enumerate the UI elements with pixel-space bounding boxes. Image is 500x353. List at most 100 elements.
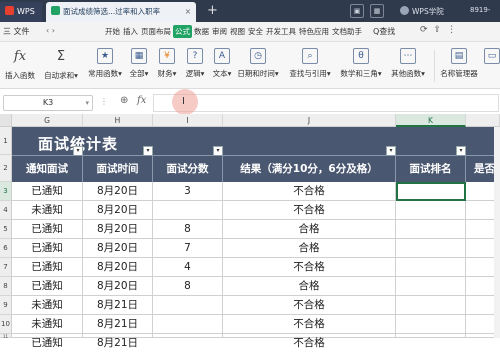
lookup-button[interactable]: ⌕ 查找与引用▾	[288, 48, 332, 79]
logic-button[interactable]: ? 逻辑▾	[182, 48, 208, 79]
score-cell[interactable]: 7	[153, 239, 223, 258]
search-button[interactable]: Q查找	[373, 26, 395, 37]
user-id[interactable]: 8919-	[470, 6, 490, 14]
zoom-icon[interactable]: ⊕	[120, 95, 128, 106]
notify-cell[interactable]: 已通知	[12, 220, 83, 239]
time-cell[interactable]: 8月20日	[83, 220, 153, 239]
time-cell[interactable]: 8月21日	[83, 315, 153, 334]
header-interview-time[interactable]: 面试时间	[83, 155, 153, 182]
score-cell[interactable]: 8	[153, 220, 223, 239]
insert-function-button[interactable]: fx 插入函数	[2, 48, 38, 81]
time-cell[interactable]: 8月20日	[83, 258, 153, 277]
rank-cell[interactable]	[396, 201, 466, 220]
row-header-3[interactable]: 3	[0, 182, 12, 201]
score-cell[interactable]: 3	[153, 182, 223, 201]
notify-cell[interactable]: 已通知	[12, 239, 83, 258]
select-all-corner[interactable]	[0, 114, 12, 127]
notify-cell[interactable]: 已通知	[12, 334, 83, 349]
menu-security[interactable]: 安全	[247, 25, 264, 38]
notify-cell[interactable]: 已通知	[12, 277, 83, 296]
row-header-7[interactable]: 7	[0, 258, 12, 277]
column-header-l[interactable]	[466, 114, 500, 127]
column-header-i[interactable]: I	[153, 114, 223, 127]
menu-doc-assistant[interactable]: 文档助手	[331, 25, 363, 38]
rank-cell[interactable]	[396, 258, 466, 277]
new-tab-button[interactable]: +	[207, 3, 218, 18]
rank-cell[interactable]	[396, 277, 466, 296]
time-cell[interactable]: 8月20日	[83, 201, 153, 220]
math-button[interactable]: θ 数学和三角▾	[339, 48, 383, 79]
close-tab-icon[interactable]: ×	[185, 2, 191, 22]
ribbon-overflow[interactable]: ▭	[484, 48, 500, 68]
row-header-1[interactable]: 1	[0, 127, 12, 155]
result-cell[interactable]: 不合格	[223, 296, 396, 315]
time-cell[interactable]: 8月20日	[83, 182, 153, 201]
fx-label[interactable]: fx	[137, 95, 146, 106]
active-cell-k3[interactable]	[396, 182, 466, 201]
name-box[interactable]: K3 ▾	[3, 95, 93, 111]
row-header-8[interactable]: 8	[0, 277, 12, 296]
header-notify-interview[interactable]: 通知面试	[12, 155, 83, 182]
other-functions-button[interactable]: ⋯ 其他函数▾	[389, 48, 427, 79]
vertical-scrollbar[interactable]	[494, 127, 500, 338]
column-header-h[interactable]: H	[83, 114, 153, 127]
score-cell[interactable]: 4	[153, 258, 223, 277]
header-interview-rank[interactable]: 面试排名	[396, 155, 466, 182]
notify-cell[interactable]: 已通知	[12, 258, 83, 277]
result-cell[interactable]: 不合格	[223, 315, 396, 334]
menu-formula[interactable]: 公式	[173, 25, 192, 38]
notify-cell[interactable]: 未通知	[12, 201, 83, 220]
column-header-k[interactable]: K	[396, 114, 466, 127]
score-cell[interactable]	[153, 296, 223, 315]
menu-features[interactable]: 特色应用	[298, 25, 330, 38]
datetime-button[interactable]: ◷ 日期和时间▾	[237, 48, 279, 79]
menu-insert[interactable]: 插入	[122, 25, 139, 38]
score-cell[interactable]	[153, 201, 223, 220]
score-cell[interactable]: 8	[153, 277, 223, 296]
score-cell[interactable]	[153, 334, 223, 338]
text-functions-button[interactable]: A 文本▾	[209, 48, 235, 79]
file-menu[interactable]: 三 文件	[3, 26, 30, 37]
wps-school-link[interactable]: WPS学院	[400, 6, 444, 17]
name-manager-button[interactable]: ▤ 名称管理器	[438, 48, 480, 79]
result-cell[interactable]: 不合格	[223, 201, 396, 220]
result-cell[interactable]: 不合格	[223, 258, 396, 277]
chevron-down-icon[interactable]: ▾	[85, 96, 89, 110]
menu-view[interactable]: 视图	[229, 25, 246, 38]
finance-button[interactable]: ¥ 财务▾	[154, 48, 180, 79]
sync-icon[interactable]: ⟳	[420, 25, 434, 35]
score-cell[interactable]	[153, 315, 223, 334]
time-cell[interactable]: 8月20日	[83, 277, 153, 296]
grid-view-icon[interactable]: ▦	[370, 4, 384, 18]
rank-cell[interactable]	[396, 220, 466, 239]
common-functions-button[interactable]: ★ 常用函数▾	[84, 48, 126, 79]
rank-cell[interactable]	[396, 334, 466, 338]
layout-icon[interactable]: ▣	[350, 4, 364, 18]
time-cell[interactable]: 8月21日	[83, 334, 153, 349]
result-cell[interactable]: 不合格	[223, 334, 396, 349]
row-header-4[interactable]: 4	[0, 201, 12, 220]
wps-home-tab[interactable]: WPS	[0, 2, 42, 22]
formula-input[interactable]	[153, 94, 499, 112]
time-cell[interactable]: 8月21日	[83, 296, 153, 315]
rank-cell[interactable]	[396, 296, 466, 315]
share-icon[interactable]: ⇪	[434, 25, 448, 35]
row-header-2[interactable]: 2	[0, 155, 12, 182]
rank-cell[interactable]	[396, 315, 466, 334]
document-tab[interactable]: 面试成绩筛选...过率和入职率 ×	[46, 2, 196, 22]
row-header-9[interactable]: 9	[0, 296, 12, 315]
header-result[interactable]: 结果（满分10分，6分及格）	[223, 155, 396, 182]
autosum-button[interactable]: Σ 自动求和▾	[40, 48, 82, 81]
notify-cell[interactable]: 未通知	[12, 315, 83, 334]
header-interview-score[interactable]: 面试分数	[153, 155, 223, 182]
menu-start[interactable]: 开始	[104, 25, 121, 38]
result-cell[interactable]: 合格	[223, 220, 396, 239]
menu-page-layout[interactable]: 页面布局	[140, 25, 172, 38]
menu-data[interactable]: 数据	[193, 25, 210, 38]
result-cell[interactable]: 合格	[223, 239, 396, 258]
result-cell[interactable]: 不合格	[223, 182, 396, 201]
rank-cell[interactable]	[396, 239, 466, 258]
drag-handle-icon[interactable]: ⋮	[100, 97, 108, 106]
row-header-10[interactable]: 10	[0, 315, 12, 334]
history-nav[interactable]: ‹ ›	[46, 26, 55, 35]
